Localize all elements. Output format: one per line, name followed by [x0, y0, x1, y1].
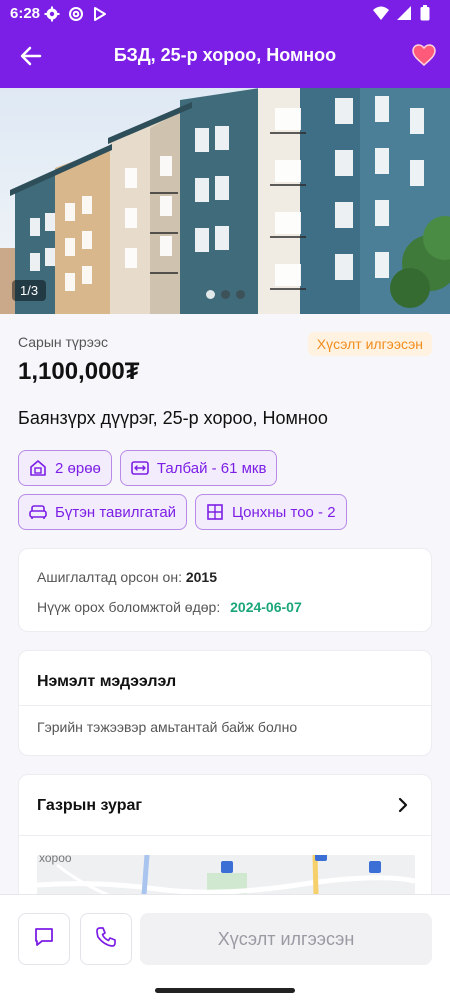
battery-icon [420, 5, 436, 21]
building-photo [0, 88, 450, 314]
gear-icon [44, 6, 60, 22]
year-value: 2015 [185, 569, 218, 585]
divider [19, 835, 431, 836]
chip-label: Талбай - 61 мкв [156, 459, 267, 477]
feature-chips: 2 өрөө Талбай - 61 мкв Бүтэн тавилгатай [18, 450, 438, 538]
chip-furniture: Бүтэн тавилгатай [18, 494, 188, 530]
system-nav-bar [0, 980, 450, 1000]
extra-info-text: Гэрийн тэжээвэр амьтантай байж болно [37, 719, 298, 735]
chip-area: Талбай - 61 мкв [119, 450, 278, 486]
pagination-dot[interactable] [236, 290, 245, 299]
page-title: БЗД, 25-р хороо, Номноо [113, 45, 337, 65]
home-handle[interactable] [155, 988, 295, 993]
year-label: Ашиглалтад орсон он: [37, 569, 182, 585]
address: Баянзүрх дүүрэг, 25-р хороо, Номноо [18, 408, 328, 428]
door-icon [29, 459, 47, 477]
arrow-left-icon [20, 46, 42, 71]
photo-gallery[interactable]: 1/3 [0, 88, 450, 314]
signal-icon [396, 5, 412, 21]
area-icon [131, 459, 149, 477]
window-icon [206, 503, 224, 521]
move-in-date: 2024-06-07 [230, 599, 302, 615]
call-button[interactable] [80, 913, 132, 965]
message-button[interactable] [18, 913, 70, 965]
top-bar: 6:28 БЗД, 25-р хороо, Номноо [0, 0, 450, 88]
extra-info-card: Нэмэлт мэдээлэл Гэрийн тэжээвэр амьтанта… [18, 650, 432, 756]
pagination-dots [206, 290, 245, 299]
year-line: Ашиглалтад орсон он: 2015 [37, 569, 217, 585]
chip-rooms: 2 өрөө [18, 450, 112, 486]
favorite-button[interactable] [408, 41, 440, 73]
price-label: Сарын түрээс [18, 334, 109, 350]
price-value: 1,100,000₮ [18, 358, 140, 385]
chevron-right-icon[interactable] [393, 795, 413, 815]
phone-icon [95, 926, 117, 953]
map-graphic [37, 855, 415, 894]
phone-screen: 6:28 БЗД, 25-р хороо, Номноо 1/3 Сарын т… [0, 0, 450, 1000]
sofa-icon [29, 503, 47, 521]
status-bar: 6:28 [0, 0, 450, 28]
app-bar: БЗД, 25-р хороо, Номноо [0, 28, 450, 88]
map-card[interactable]: Газрын зураг хороо [18, 774, 432, 894]
back-button[interactable] [14, 42, 48, 74]
status-time: 6:28 [10, 5, 41, 22]
map-label: хороо [39, 855, 72, 865]
info-card: Ашиглалтад орсон он: 2015 Нүүж орох боло… [18, 548, 432, 632]
pagination-dot[interactable] [221, 290, 230, 299]
status-badge: Хүсэлт илгээсэн [307, 332, 432, 356]
heart-icon [412, 43, 436, 71]
pagination-dot[interactable] [206, 290, 215, 299]
map-preview[interactable]: хороо [37, 855, 415, 894]
divider [19, 705, 431, 706]
chip-windows: Цонхны тоо - 2 [195, 494, 347, 530]
chip-label: 2 өрөө [55, 459, 101, 477]
map-title: Газрын зураг [37, 797, 143, 814]
move-in-line: Нүүж орох боломжтой өдөр: 2024-06-07 [37, 599, 302, 615]
extra-info-title: Нэмэлт мэдээлэл [37, 673, 177, 690]
bottom-action-bar: Хүсэлт илгээсэн [0, 894, 450, 980]
move-in-label: Нүүж орох боломжтой өдөр: [37, 599, 221, 615]
listing-details: Сарын түрээс Хүсэлт илгээсэн 1,100,000₮ … [0, 314, 450, 894]
photo-counter: 1/3 [12, 280, 47, 301]
chip-label: Бүтэн тавилгатай [55, 503, 177, 521]
chip-label: Цонхны тоо - 2 [232, 503, 336, 521]
at-sign-icon [68, 6, 84, 22]
wifi-icon [372, 5, 389, 21]
message-icon [33, 926, 55, 953]
play-store-icon [92, 6, 108, 22]
request-sent-button[interactable]: Хүсэлт илгээсэн [140, 913, 432, 965]
